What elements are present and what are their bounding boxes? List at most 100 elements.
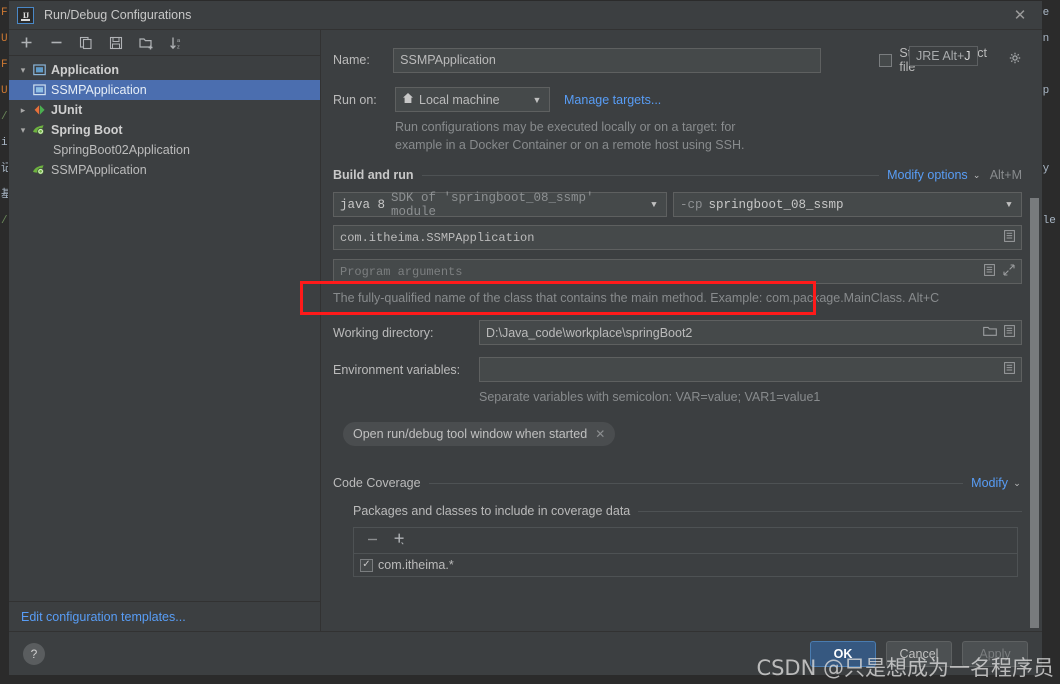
modify-options-shortcut: Alt+M: [989, 168, 1022, 182]
jre-value-bold: java 8: [340, 197, 386, 212]
name-input[interactable]: SSMPApplication: [393, 47, 822, 73]
environment-variables-input[interactable]: [479, 357, 1022, 382]
program-arguments-placeholder: Program arguments: [340, 264, 463, 279]
ok-button[interactable]: OK: [810, 640, 876, 667]
working-directory-value: D:\Java_code\workplace\springBoot2: [486, 325, 693, 340]
coverage-list-item[interactable]: ✓ com.itheima.*: [360, 558, 1011, 572]
classpath-module-combo[interactable]: -cp springboot_08_ssmp ▼: [673, 192, 1022, 217]
tree-item-label: JUnit: [51, 103, 83, 117]
chevron-down-icon[interactable]: ▼: [646, 200, 662, 210]
coverage-item-checkbox[interactable]: ✓: [360, 558, 373, 572]
store-as-project-file-checkbox[interactable]: [879, 53, 893, 67]
environment-hint: Separate variables with semicolon: VAR=v…: [479, 390, 821, 404]
code-coverage-modify-link[interactable]: Modify: [971, 476, 1008, 490]
jre-classpath-row: java 8 SDK of 'springboot_08_ssmp' modul…: [333, 190, 1022, 219]
run-on-label: Run on:: [333, 92, 377, 107]
tree-item-label: SpringBoot02Application: [53, 143, 190, 157]
run-on-hint: Run configurations may be executed local…: [333, 118, 1022, 154]
run-on-target-combo[interactable]: Local machine ▼: [395, 87, 550, 112]
chevron-down-icon[interactable]: ▼: [529, 95, 545, 105]
home-icon: [402, 92, 414, 107]
copy-configuration-button[interactable]: [75, 32, 97, 54]
save-configuration-button[interactable]: [105, 32, 127, 54]
chevron-down-icon[interactable]: ⌄: [1012, 478, 1022, 489]
manage-targets-link[interactable]: Manage targets...: [564, 93, 661, 107]
dialog-body: az ▾ Application SSMPApplication ▸ JUnit…: [9, 30, 1042, 631]
main-class-hint: The fully-qualified name of the class th…: [333, 291, 940, 305]
close-icon[interactable]: ✕: [998, 1, 1042, 30]
tree-item-ssmpapplication-app[interactable]: SSMPApplication: [9, 80, 320, 100]
svg-text:a: a: [177, 38, 181, 44]
chevron-down-icon[interactable]: ▾: [15, 65, 31, 76]
modify-options-link[interactable]: Modify options: [887, 168, 968, 182]
plus-icon[interactable]: [393, 532, 407, 549]
section-divider: [421, 174, 880, 176]
jre-combo[interactable]: java 8 SDK of 'springboot_08_ssmp' modul…: [333, 190, 667, 219]
chevron-down-icon[interactable]: ▼: [1001, 200, 1017, 210]
tree-item-ssmpapplication-boot[interactable]: SSMPApplication: [9, 160, 320, 180]
chevron-right-icon[interactable]: ▸: [15, 105, 31, 116]
run-on-row: Run on: Local machine ▼ Manage targets..…: [333, 87, 1022, 112]
tree-item-label: SSMPApplication: [51, 163, 147, 177]
environment-variables-label: Environment variables:: [333, 362, 461, 377]
dialog-bottom-bar: ? OK Cancel Apply: [9, 631, 1042, 675]
coverage-list-toolbar: [353, 527, 1018, 553]
svg-text:z: z: [177, 44, 180, 50]
form-vertical-scrollbar[interactable]: [1030, 198, 1039, 628]
tree-item-label: SSMPApplication: [51, 83, 147, 97]
code-coverage-title: Code Coverage: [333, 476, 421, 490]
packages-section-header: Packages and classes to include in cover…: [333, 504, 1022, 518]
configurations-tree[interactable]: ▾ Application SSMPApplication ▸ JUnit ▾ …: [9, 56, 320, 601]
coverage-item-label: com.itheima.*: [378, 558, 454, 572]
remove-configuration-button[interactable]: [45, 32, 67, 54]
tree-item-springboot02application[interactable]: SpringBoot02Application: [9, 140, 320, 160]
jre-tooltip-text: JRE Alt+: [916, 49, 965, 63]
folder-add-icon[interactable]: [135, 32, 157, 54]
section-divider: [638, 510, 1022, 512]
list-icon[interactable]: [1004, 325, 1015, 340]
run-debug-configurations-dialog: IJ Run/Debug Configurations ✕ a z ▾ Appl…: [8, 0, 1043, 676]
working-directory-row: Working directory: D:\Java_code\workplac…: [333, 320, 1022, 345]
add-configuration-button[interactable]: [15, 32, 37, 54]
tree-item-spring-boot[interactable]: ▾ Spring Boot: [9, 120, 320, 140]
section-divider: [428, 482, 964, 484]
gear-icon[interactable]: [1009, 52, 1022, 68]
tree-item-application[interactable]: ▾ Application: [9, 60, 320, 80]
list-icon[interactable]: [984, 263, 995, 280]
cancel-button[interactable]: Cancel: [886, 640, 952, 667]
sort-alphabetical-icon[interactable]: az: [165, 32, 187, 54]
list-icon[interactable]: [1004, 229, 1015, 246]
configurations-toolbar: az: [9, 30, 320, 56]
coverage-list-container: ✓ com.itheima.*: [353, 527, 1018, 577]
open-tool-window-chip[interactable]: Open run/debug tool window when started …: [343, 422, 616, 446]
list-icon[interactable]: [1004, 362, 1015, 377]
coverage-list[interactable]: ✓ com.itheima.*: [353, 553, 1018, 577]
run-on-target-value: Local machine: [419, 92, 500, 107]
build-and-run-section-header: Build and run Modify options ⌄ Alt+M: [333, 168, 1022, 182]
chevron-down-icon[interactable]: ▾: [15, 125, 31, 136]
name-input-value: SSMPApplication: [400, 53, 496, 67]
spring-boot-icon: [31, 124, 47, 136]
chevron-down-icon[interactable]: ⌄: [972, 170, 982, 181]
dialog-titlebar: IJ Run/Debug Configurations ✕: [9, 1, 1042, 30]
main-class-input[interactable]: com.itheima.SSMPApplication: [333, 225, 1022, 250]
expand-editor-icon[interactable]: [1003, 263, 1015, 280]
minus-icon[interactable]: [366, 533, 379, 549]
apply-button[interactable]: Apply: [962, 640, 1028, 667]
jre-value-rest: SDK of 'springboot_08_ssmp' module: [391, 190, 594, 219]
help-icon[interactable]: ?: [23, 642, 45, 665]
packages-title: Packages and classes to include in cover…: [353, 504, 631, 518]
name-label: Name:: [333, 53, 370, 67]
main-class-row: com.itheima.SSMPApplication: [333, 225, 1022, 250]
tree-item-label: Spring Boot: [51, 123, 123, 137]
classpath-prefix: -cp: [680, 197, 703, 212]
junit-icon: [31, 104, 47, 116]
working-directory-input[interactable]: D:\Java_code\workplace\springBoot2: [479, 320, 1022, 345]
environment-variables-row: Environment variables:: [333, 357, 1022, 382]
folder-icon[interactable]: [983, 325, 997, 340]
tree-item-junit[interactable]: ▸ JUnit: [9, 100, 320, 120]
close-small-icon[interactable]: ✕: [595, 427, 605, 441]
edit-configuration-templates-link[interactable]: Edit configuration templates...: [21, 610, 186, 624]
code-coverage-section-header: Code Coverage Modify ⌄: [333, 476, 1022, 490]
program-arguments-field[interactable]: Program arguments: [333, 259, 1022, 284]
